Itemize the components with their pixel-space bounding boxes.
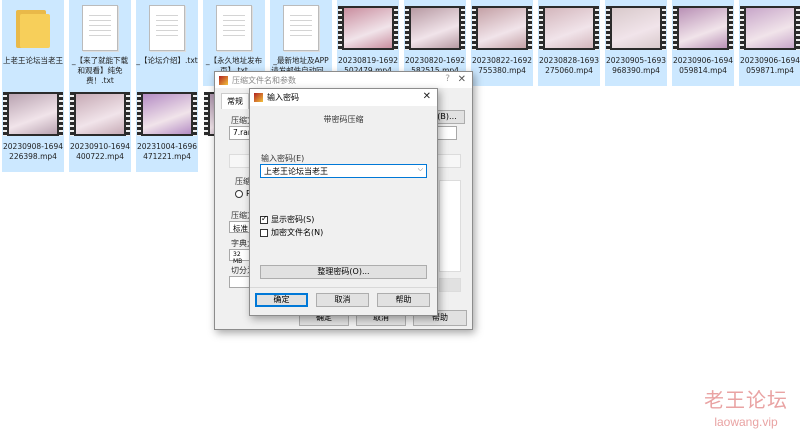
file-thumbnail: [471, 0, 533, 56]
checkbox-icon: [260, 228, 268, 237]
file-thumbnail: [739, 0, 800, 56]
file-name: 20230908-1694226398.mp4: [3, 142, 63, 161]
chevron-down-icon[interactable]: ⌵: [418, 165, 423, 174]
password-dialog-titlebar: 输入密码 ✕: [250, 89, 437, 106]
video-file[interactable]: 20230906-1694059814.mp4: [672, 0, 734, 86]
password-cancel-button[interactable]: 取消: [316, 293, 369, 307]
show-password-checkbox[interactable]: 显示密码(S): [260, 214, 314, 225]
password-value: 上老王论坛当老王: [264, 167, 328, 176]
watermark-title: 老王论坛: [704, 388, 788, 412]
file-name: _【来了就能下载和观看】纯免费！.txt: [71, 56, 129, 85]
options-panel: [439, 180, 461, 272]
file-name: 20231004-1696471221.mp4: [137, 142, 197, 161]
video-thumbnail-icon: [338, 6, 398, 50]
video-thumbnail-icon: [740, 6, 800, 50]
file-name: 20230822-1692755380.mp4: [472, 56, 532, 75]
video-thumbnail-icon: [539, 6, 599, 50]
watermark-url: laowang.vip: [714, 415, 778, 429]
dictionary-value: 32 MB: [233, 251, 243, 265]
watermark: 老王论坛 laowang.vip: [704, 384, 788, 429]
file-thumbnail: [672, 0, 734, 56]
file-thumbnail: [69, 0, 131, 56]
file-name: 20230905-1693968390.mp4: [606, 56, 666, 75]
video-thumbnail-icon: [606, 6, 666, 50]
file-thumbnail: [136, 0, 198, 56]
close-icon[interactable]: ✕: [423, 91, 431, 102]
file-name: 上老王论坛当老王: [3, 56, 63, 65]
video-file[interactable]: 20230908-1694226398.mp4: [2, 86, 64, 172]
winrar-icon: [219, 75, 228, 85]
archive-dialog-titlebar: 压缩文件名和参数 ? ✕: [215, 72, 472, 88]
text-document-icon: [149, 5, 185, 51]
encrypt-filenames-label: 加密文件名(N): [271, 228, 324, 237]
file-name: 20230828-1693275060.mp4: [539, 56, 599, 75]
encrypt-filenames-checkbox[interactable]: 加密文件名(N): [260, 227, 323, 238]
method-value: 标准: [233, 224, 248, 233]
file-thumbnail: [69, 86, 131, 142]
file-thumbnail: [203, 0, 265, 56]
checkbox-checked-icon: [260, 214, 268, 224]
file-name: 20230906-1694059814.mp4: [673, 56, 733, 75]
divider: [250, 287, 437, 288]
organize-passwords-button[interactable]: 整理密码(O)...: [260, 265, 427, 279]
archive-dialog-title: 压缩文件名和参数: [232, 75, 296, 85]
password-label: 输入密码(E): [261, 154, 305, 163]
file-thumbnail: [2, 86, 64, 142]
tab-general[interactable]: 常规: [221, 93, 249, 109]
options-button[interactable]: [439, 278, 461, 292]
video-thumbnail-icon: [472, 6, 532, 50]
text-document-icon: [283, 5, 319, 51]
text-document-icon: [82, 5, 118, 51]
password-help-button[interactable]: 帮助: [377, 293, 430, 307]
video-file[interactable]: 20230905-1693968390.mp4: [605, 0, 667, 86]
password-dialog-title: 输入密码: [267, 93, 299, 102]
close-icon[interactable]: ✕: [458, 74, 466, 85]
password-ok-button[interactable]: 确定: [255, 293, 308, 307]
file-thumbnail: [2, 0, 64, 56]
file-name: 20230910-1694400722.mp4: [70, 142, 130, 161]
file-thumbnail: [136, 86, 198, 142]
video-thumbnail-icon: [137, 92, 197, 136]
show-password-label: 显示密码(S): [271, 215, 315, 224]
file-thumbnail: [404, 0, 466, 56]
text-file[interactable]: _【论坛介绍】.txt: [136, 0, 198, 86]
folder-icon: [16, 8, 50, 48]
folder-item[interactable]: 上老王论坛当老王: [2, 0, 64, 86]
help-icon[interactable]: ?: [445, 74, 450, 84]
text-document-icon: [216, 5, 252, 51]
file-thumbnail: [337, 0, 399, 56]
video-thumbnail-icon: [405, 6, 465, 50]
video-file[interactable]: 20230906-1694059871.mp4: [739, 0, 800, 86]
video-thumbnail-icon: [3, 92, 63, 136]
file-thumbnail: [270, 0, 332, 56]
video-file[interactable]: 20230828-1693275060.mp4: [538, 0, 600, 86]
password-input[interactable]: 上老王论坛当老王 ⌵: [260, 164, 427, 178]
file-name: 20230906-1694059871.mp4: [740, 56, 800, 75]
file-thumbnail: [538, 0, 600, 56]
file-thumbnail: [605, 0, 667, 56]
winrar-icon: [254, 93, 263, 102]
password-heading: 带密码压缩: [323, 115, 364, 124]
video-thumbnail-icon: [70, 92, 130, 136]
video-file[interactable]: 20231004-1696471221.mp4: [136, 86, 198, 172]
text-file[interactable]: _【来了就能下载和观看】纯免费！.txt: [69, 0, 131, 86]
password-dialog: 输入密码 ✕ 带密码压缩 输入密码(E) 上老王论坛当老王 ⌵ 显示密码(S) …: [249, 88, 438, 316]
video-thumbnail-icon: [673, 6, 733, 50]
video-file[interactable]: 20230910-1694400722.mp4: [69, 86, 131, 172]
file-name: _【论坛介绍】.txt: [136, 56, 198, 65]
radio-icon: [235, 189, 243, 198]
video-file[interactable]: 20230822-1692755380.mp4: [471, 0, 533, 86]
